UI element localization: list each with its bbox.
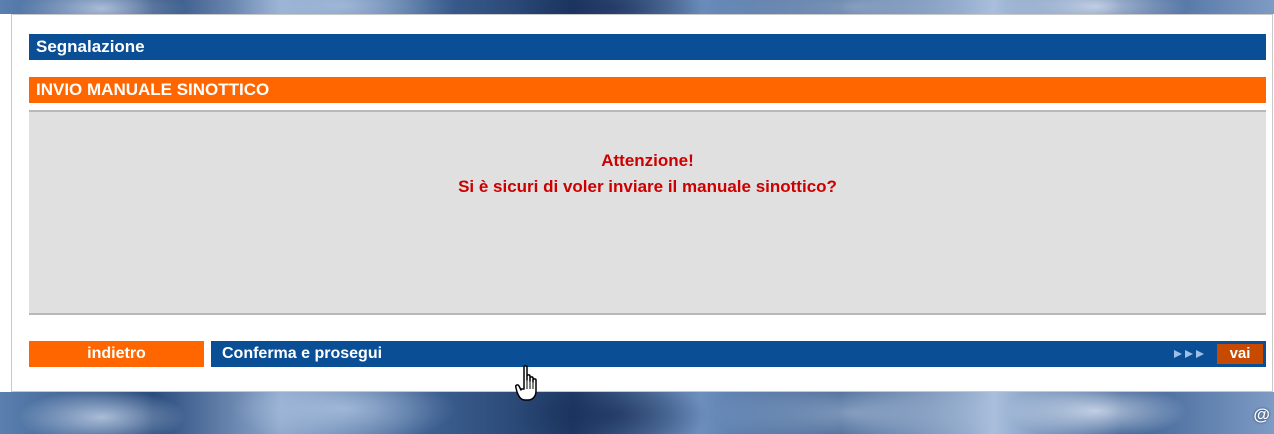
confirm-bar: Conferma e prosegui vai — [211, 341, 1266, 367]
section-header: Segnalazione — [29, 34, 1266, 60]
back-button[interactable]: indietro — [29, 341, 204, 367]
go-button[interactable]: vai — [1217, 344, 1263, 364]
triple-right-arrow-icon — [1174, 350, 1208, 358]
at-sign-icon: @ — [1253, 405, 1270, 424]
confirm-label: Conferma e prosegui — [222, 345, 383, 362]
warning-title: Attenzione! — [601, 151, 694, 170]
hand-pointer-cursor-icon — [515, 365, 537, 401]
bottom-banner-image — [0, 392, 1274, 434]
top-banner-image — [0, 0, 1274, 14]
confirmation-message-box: Attenzione! Si è sicuri di voler inviare… — [29, 110, 1266, 315]
subsection-title: INVIO MANUALE SINOTTICO — [36, 80, 270, 99]
section-title: Segnalazione — [36, 37, 145, 56]
subsection-header: INVIO MANUALE SINOTTICO — [29, 77, 1266, 103]
confirmation-question: Si è sicuri di voler inviare il manuale … — [458, 177, 837, 196]
